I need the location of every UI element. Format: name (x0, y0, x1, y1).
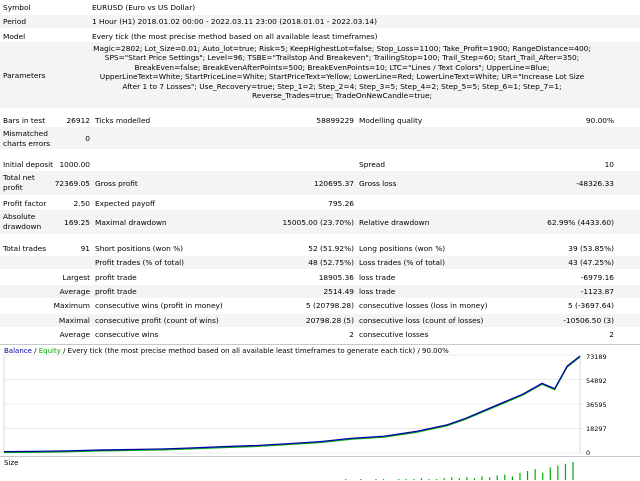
absdd-value: 169.25 (64, 218, 90, 227)
balance-chart-panel: Balance / Equity / Every tick (the most … (0, 344, 640, 457)
mismatch-label-2: charts errors (3, 139, 51, 148)
avgc-l-value: 2 (609, 330, 614, 339)
short-value: 52 (51.92%) (308, 244, 354, 253)
size-bar (511, 476, 513, 480)
max-cw-label: consecutive wins (profit in money) (95, 301, 223, 310)
maximal-cl-label: consecutive loss (count of losses) (359, 316, 484, 325)
size-bar (557, 465, 559, 480)
quality-value: 90.00% (585, 116, 614, 125)
symbol-label: Symbol (3, 3, 31, 12)
size-bar (564, 463, 567, 480)
average-pt-label: profit trade (95, 287, 137, 296)
netprofit-value: 72369.05 (54, 179, 90, 188)
average-label: Average (59, 287, 90, 296)
max-cl-value: 5 (-3697.64) (567, 301, 614, 310)
maximal-cp-label: consecutive profit (count of wins) (95, 316, 219, 325)
size-bar (526, 471, 529, 480)
deposit-value: 1000.00 (59, 160, 90, 169)
bars-value: 26912 (66, 116, 90, 125)
ep-value: 795.26 (328, 199, 354, 208)
maximal-cl-value: -10506.50 (3) (563, 316, 614, 325)
y-tick-label: 54892 (586, 377, 607, 385)
absdd-label-2: drawdown (3, 222, 42, 231)
grossloss-value: -48326.33 (576, 179, 614, 188)
size-chart-svg (345, 462, 574, 480)
maximum-label: Maximum (53, 301, 90, 310)
bars-label: Bars in test (3, 116, 46, 125)
equity-series-line (3, 356, 581, 454)
pf-value: 2.50 (73, 199, 90, 208)
mismatch-value: 0 (85, 134, 90, 143)
size-bar (504, 474, 506, 480)
netprofit-label-2: profit (3, 183, 23, 192)
long-value: 39 (53.85%) (568, 244, 614, 253)
period-label: Period (3, 17, 27, 26)
size-bar (496, 475, 498, 480)
period-value: 1 Hour (H1) 2018.01.02 00:00 - 2022.03.1… (92, 17, 377, 26)
largest-label: Largest (62, 273, 90, 282)
largest-lt-value: -6979.16 (580, 273, 614, 282)
maxdd-value: 15005.00 (23.70%) (282, 218, 354, 227)
losstrades-label: Loss trades (% of total) (359, 258, 445, 267)
model-label: Model (3, 32, 26, 41)
absdd-label: Absolute (3, 212, 36, 221)
profittrades-value: 48 (52.75%) (308, 258, 354, 267)
ticks-label: Ticks modelled (95, 116, 151, 125)
y-tick-label: 18297 (586, 425, 607, 433)
average-lt-label: loss trade (359, 287, 396, 296)
largest-lt-label: loss trade (359, 273, 396, 282)
ep-label: Expected payoff (95, 199, 156, 208)
average-pt-value: 2514.49 (323, 287, 354, 296)
ticks-value: 58899229 (316, 116, 354, 125)
long-label: Long positions (won %) (359, 244, 446, 253)
parameters-value: Magic=2802; Lot_Size=0.01; Auto_lot=true… (93, 44, 591, 101)
size-bar (481, 476, 483, 480)
losstrades-value: 43 (47.25%) (568, 258, 614, 267)
symbol-value: EURUSD (Euro vs US Dollar) (92, 3, 196, 12)
reldd-label: Relative drawdown (359, 218, 430, 227)
avgc-label: Average (59, 330, 90, 339)
spread-value: 10 (604, 160, 614, 169)
grossprofit-value: 120695.37 (314, 179, 354, 188)
y-tick-label: 36595 (586, 401, 607, 409)
balance-chart-svg (3, 354, 584, 454)
size-bar (534, 469, 536, 480)
size-panel: Size (0, 456, 640, 481)
reldd-value: 62.99% (4433.60) (547, 218, 614, 227)
size-bar (572, 462, 574, 480)
mismatch-label: Mismatched (3, 129, 48, 138)
largest-pt-label: profit trade (95, 273, 137, 282)
avgc-l-label: consecutive losses (359, 330, 429, 339)
max-cw-value: 5 (20798.28) (305, 301, 354, 310)
max-cl-label: consecutive losses (loss in money) (359, 301, 488, 310)
quality-label: Modelling quality (359, 116, 423, 125)
spread-label: Spread (359, 160, 386, 169)
parameters-label: Parameters (3, 71, 46, 80)
short-label: Short positions (won %) (95, 244, 184, 253)
grossloss-label: Gross loss (359, 179, 397, 188)
maxdd-label: Maximal drawdown (95, 218, 167, 227)
totaltrades-value: 91 (80, 244, 90, 253)
avgc-w-value: 2 (349, 330, 354, 339)
average-lt-value: -1123.87 (580, 287, 614, 296)
size-bar (542, 472, 544, 480)
maximal-label: Maximal (58, 316, 90, 325)
size-bar (519, 472, 521, 480)
avgc-w-label: consecutive wins (95, 330, 159, 339)
netprofit-label: Total net (3, 173, 35, 182)
grossprofit-label: Gross profit (95, 179, 138, 188)
size-bar (549, 467, 551, 480)
maximal-cp-value: 20798.28 (5) (305, 316, 354, 325)
profittrades-label: Profit trades (% of total) (95, 258, 185, 267)
largest-pt-value: 18905.36 (318, 273, 354, 282)
model-value: Every tick (the most precise method base… (92, 32, 378, 41)
y-tick-label: 73189 (586, 353, 607, 361)
